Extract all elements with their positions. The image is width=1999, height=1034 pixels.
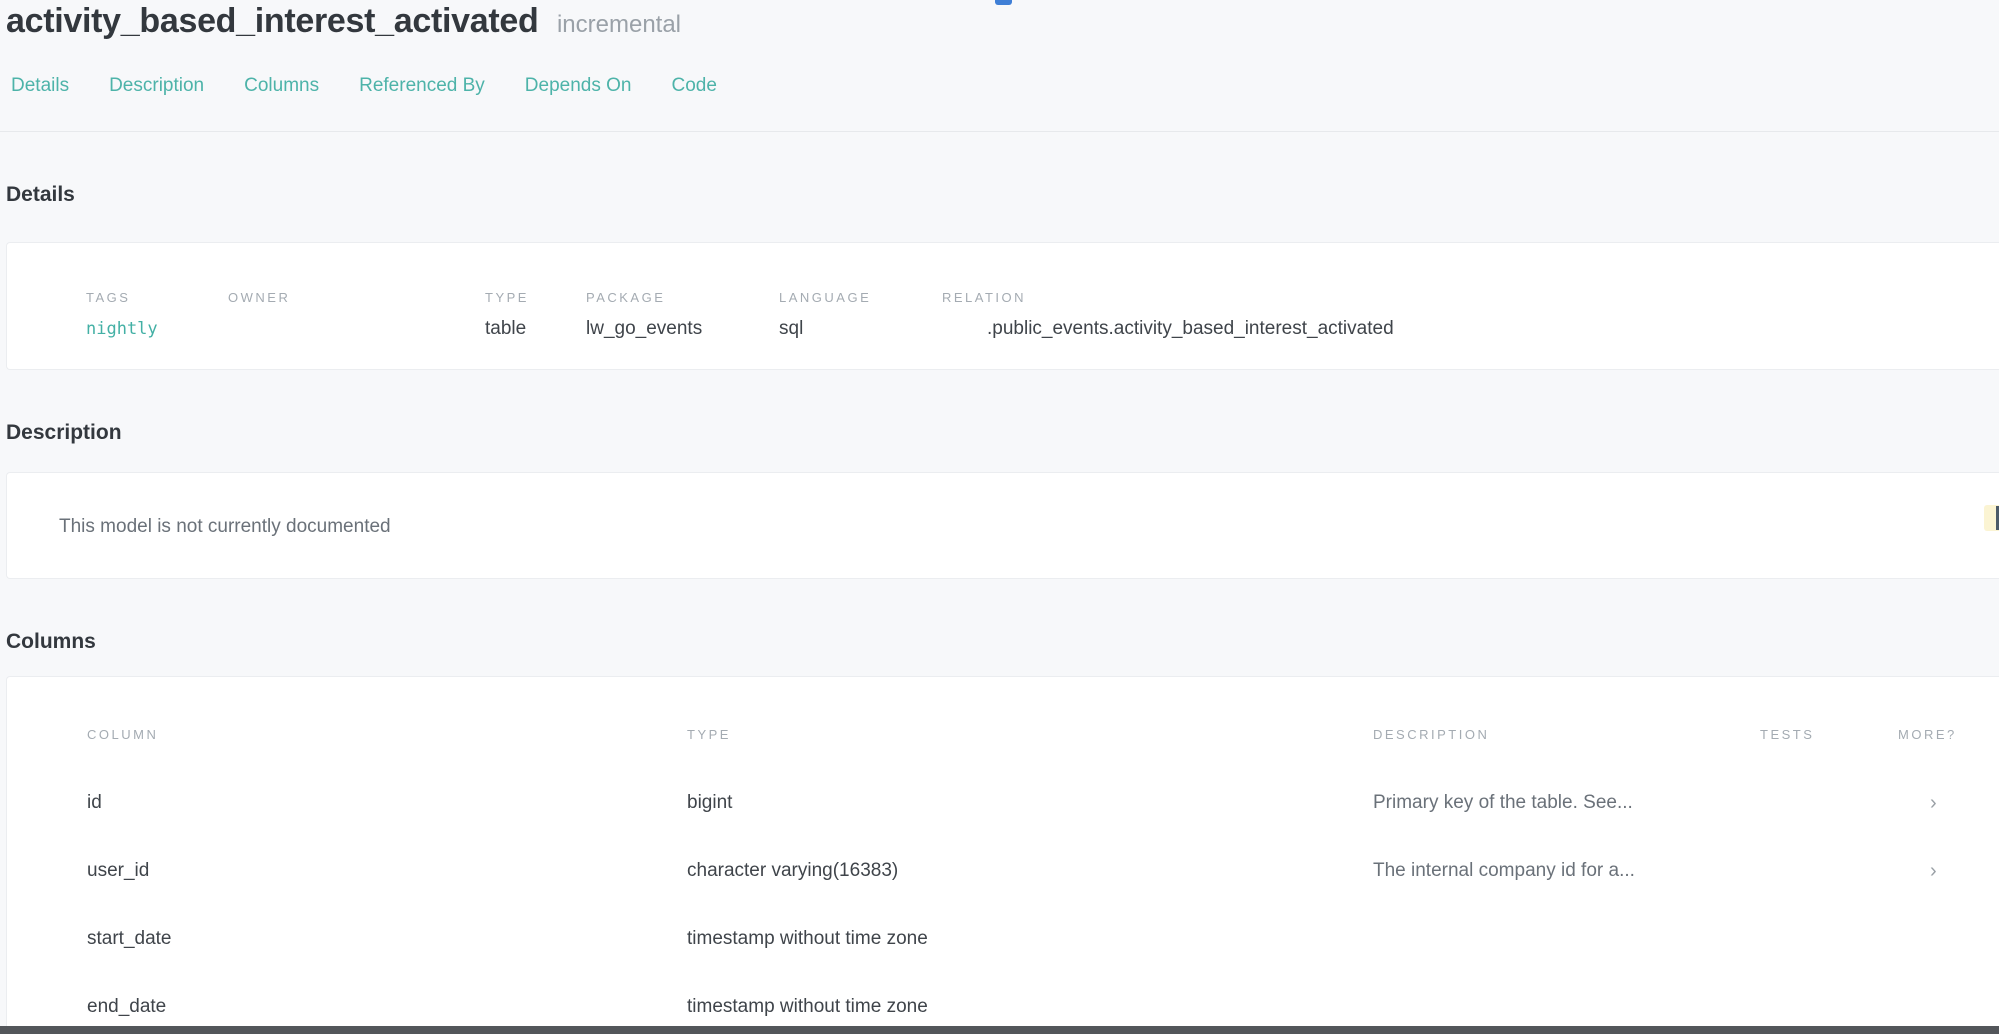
cell-description: The internal company id for a... — [1373, 859, 1760, 883]
table-row-user-id[interactable]: user_id character varying(16383) The int… — [87, 837, 1999, 905]
column-header-type: TYPE — [687, 727, 1373, 743]
detail-label-relation: RELATION — [942, 290, 1999, 306]
column-header-tests: TESTS — [1760, 727, 1898, 743]
detail-field-owner: OWNER — [228, 290, 485, 341]
detail-field-tags: TAGS nightly — [86, 290, 228, 341]
description-text: This model is not currently documented — [59, 515, 1999, 539]
detail-label-type: TYPE — [485, 290, 586, 306]
tag-nightly[interactable]: nightly — [86, 317, 228, 341]
details-card: TAGS nightly OWNER TYPE table PACKAGE lw… — [6, 242, 1999, 370]
details-fields: TAGS nightly OWNER TYPE table PACKAGE lw… — [86, 290, 1999, 341]
tab-description[interactable]: Description — [109, 75, 204, 97]
model-docs-page: activity_based_interest_activated increm… — [0, 0, 1999, 1034]
detail-value-package: lw_go_events — [586, 317, 779, 341]
chevron-right-icon[interactable]: › — [1898, 791, 1999, 815]
tab-depends-on[interactable]: Depends On — [525, 75, 632, 97]
cell-type: timestamp without time zone — [687, 927, 1373, 951]
window-bottom-edge — [0, 1026, 1999, 1034]
details-section-heading: Details — [6, 180, 1999, 210]
detail-label-owner: OWNER — [228, 290, 485, 306]
model-header: activity_based_interest_activated increm… — [0, 0, 1999, 41]
table-row-start-date[interactable]: start_date timestamp without time zone — [87, 905, 1999, 973]
detail-value-type: table — [485, 317, 586, 341]
table-row-end-date[interactable]: end_date timestamp without time zone — [87, 973, 1999, 1034]
detail-label-language: LANGUAGE — [779, 290, 942, 306]
description-section-heading: Description — [6, 418, 1999, 448]
columns-section-heading: Columns — [6, 627, 1999, 657]
column-header-more: MORE? — [1898, 727, 1999, 743]
columns-table-header: COLUMN TYPE DESCRIPTION TESTS MORE? — [87, 727, 1999, 743]
cell-column-name: id — [87, 791, 687, 815]
cell-type: timestamp without time zone — [687, 995, 1373, 1019]
description-card: This model is not currently documented — [6, 472, 1999, 579]
detail-value-relation: .public_events.activity_based_interest_a… — [942, 317, 1999, 341]
clipped-link-fragment — [995, 0, 1012, 5]
column-header-description: DESCRIPTION — [1373, 727, 1760, 743]
cell-type: bigint — [687, 791, 1373, 815]
detail-field-relation: RELATION .public_events.activity_based_i… — [942, 290, 1999, 341]
column-header-column: COLUMN — [87, 727, 687, 743]
cell-description: Primary key of the table. See... — [1373, 791, 1760, 815]
detail-field-type: TYPE table — [485, 290, 586, 341]
clipped-edge-widget — [1984, 505, 1999, 531]
detail-label-tags: TAGS — [86, 290, 228, 306]
detail-label-package: PACKAGE — [586, 290, 779, 306]
cell-column-name: start_date — [87, 927, 687, 951]
tab-code[interactable]: Code — [671, 75, 716, 97]
cell-column-name: end_date — [87, 995, 687, 1019]
tab-referenced-by[interactable]: Referenced By — [359, 75, 485, 97]
detail-field-language: LANGUAGE sql — [779, 290, 942, 341]
tab-columns[interactable]: Columns — [244, 75, 319, 97]
section-nav: Details Description Columns Referenced B… — [0, 75, 1999, 132]
cell-column-name: user_id — [87, 859, 687, 883]
chevron-right-icon[interactable]: › — [1898, 859, 1999, 883]
table-row-id[interactable]: id bigint Primary key of the table. See.… — [87, 769, 1999, 837]
materialization-badge: incremental — [557, 11, 681, 38]
tab-details[interactable]: Details — [11, 75, 69, 97]
page-title: activity_based_interest_activated — [6, 2, 539, 40]
detail-field-package: PACKAGE lw_go_events — [586, 290, 779, 341]
cell-type: character varying(16383) — [687, 859, 1373, 883]
columns-card: COLUMN TYPE DESCRIPTION TESTS MORE? id b… — [6, 676, 1999, 1034]
detail-value-language: sql — [779, 317, 942, 341]
